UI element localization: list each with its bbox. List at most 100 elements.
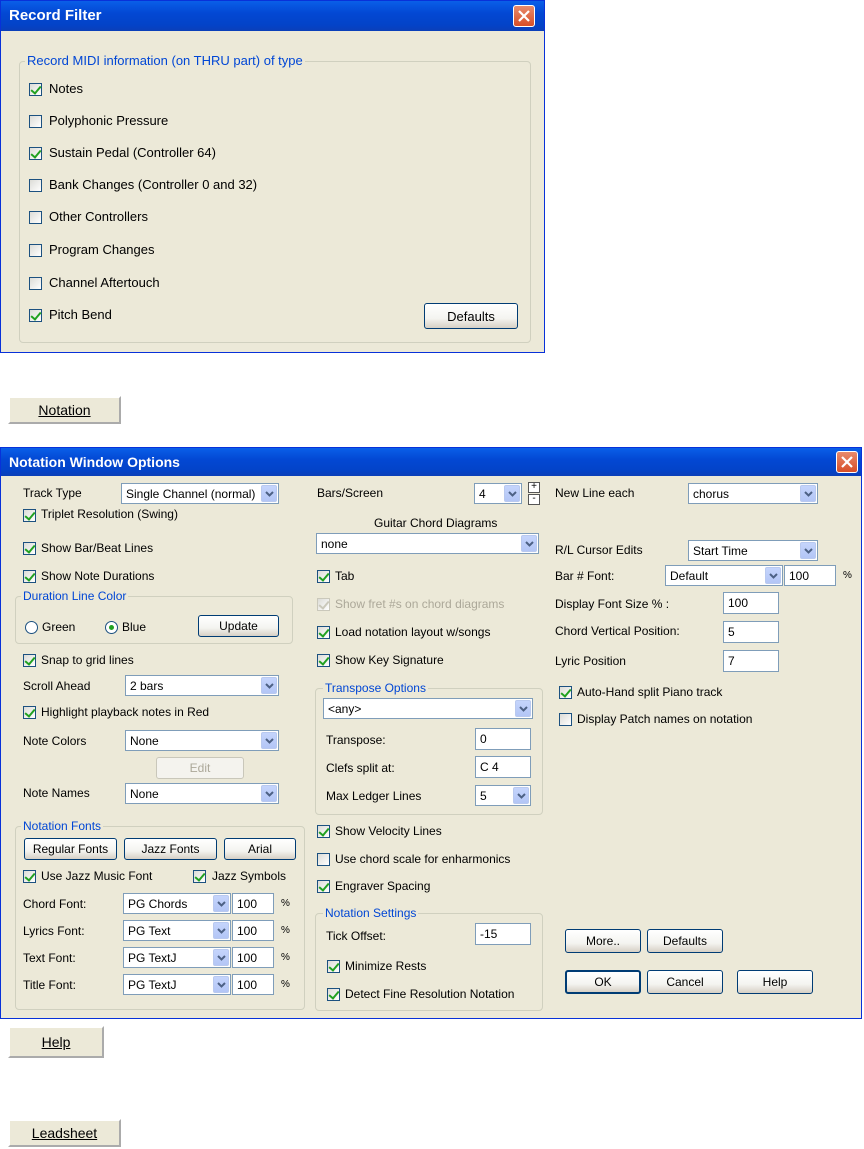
ok-button[interactable]: OK (565, 970, 641, 994)
chevron-down-icon (515, 700, 531, 717)
note-names-select[interactable]: None (125, 783, 279, 804)
show-velocity-lines-checkbox[interactable] (317, 825, 330, 838)
notation-options-titlebar[interactable]: Notation Window Options (1, 448, 861, 476)
record-midi-group-label: Record MIDI information (on THRU part) o… (25, 53, 305, 68)
tab-checkbox[interactable] (317, 570, 330, 583)
jazz-symbols-label: Jazz Symbols (212, 869, 287, 883)
chord-font-size-input[interactable]: 100 (232, 893, 274, 914)
display-font-size-input[interactable]: 100 (723, 592, 779, 614)
update-button[interactable]: Update (198, 615, 279, 637)
note-colors-select[interactable]: None (125, 730, 279, 751)
text-font-select[interactable]: PG TextJ (123, 947, 231, 968)
title-font-size-value: 100 (237, 977, 258, 992)
lyric-position-input[interactable]: 7 (723, 650, 779, 672)
bar-font-size-input[interactable]: 100 (784, 565, 836, 586)
sustain-pedal-checkbox[interactable] (29, 147, 42, 160)
show-key-signature-checkbox[interactable] (317, 654, 330, 667)
triplet-resolution-label: Triplet Resolution (Swing) (41, 507, 178, 521)
other-controllers-checkbox[interactable] (29, 211, 42, 224)
bars-screen-select[interactable]: 4 (474, 483, 522, 504)
display-font-size-value: 100 (728, 596, 749, 610)
auto-hand-split-checkbox[interactable] (559, 686, 572, 699)
regular-fonts-button[interactable]: Regular Fonts (24, 838, 117, 860)
auto-hand-split-label: Auto-Hand split Piano track (577, 685, 723, 699)
jazz-fonts-button[interactable]: Jazz Fonts (124, 838, 217, 860)
bank-changes-checkbox[interactable] (29, 179, 42, 192)
chord-font-select[interactable]: PG Chords (123, 893, 231, 914)
notation-button[interactable]: Notation (8, 396, 121, 424)
record-filter-defaults-button[interactable]: Defaults (424, 303, 518, 329)
load-notation-layout-checkbox[interactable] (317, 626, 330, 639)
transpose-options-select[interactable]: <any> (323, 698, 533, 719)
blue-radio[interactable] (105, 621, 118, 634)
lyric-position-value: 7 (728, 654, 735, 668)
clefs-split-label: Clefs split at: (326, 761, 395, 775)
polyphonic-pressure-checkbox[interactable] (29, 115, 42, 128)
arial-button[interactable]: Arial (224, 838, 296, 860)
cancel-button[interactable]: Cancel (647, 970, 723, 994)
close-icon[interactable] (836, 451, 858, 473)
scroll-ahead-select[interactable]: 2 bars (125, 675, 279, 696)
new-line-each-value: chorus (693, 486, 730, 501)
display-patch-names-checkbox[interactable] (559, 713, 572, 726)
bar-font-select[interactable]: Default (665, 565, 783, 586)
edit-button[interactable]: Edit (156, 757, 244, 779)
minimize-rests-checkbox[interactable] (327, 960, 340, 973)
bars-decrease-button[interactable]: - (528, 494, 540, 505)
snap-to-grid-checkbox[interactable] (23, 654, 36, 667)
guitar-chord-select[interactable]: none (316, 533, 539, 554)
jazz-symbols-checkbox[interactable] (193, 870, 206, 883)
detect-fine-resolution-checkbox[interactable] (327, 988, 340, 1001)
close-icon[interactable] (513, 5, 535, 27)
green-radio[interactable] (25, 621, 38, 634)
show-note-durations-checkbox[interactable] (23, 570, 36, 583)
channel-aftertouch-label: Channel Aftertouch (49, 275, 160, 290)
lyrics-font-size-value: 100 (237, 923, 258, 938)
chord-vertical-input[interactable]: 5 (723, 621, 779, 643)
new-line-each-select[interactable]: chorus (688, 483, 818, 504)
title-font-size-input[interactable]: 100 (232, 974, 274, 995)
use-jazz-music-font-label: Use Jazz Music Font (41, 869, 153, 883)
text-font-size-input[interactable]: 100 (232, 947, 274, 968)
highlight-playback-checkbox[interactable] (23, 706, 36, 719)
pitch-bend-checkbox[interactable] (29, 309, 42, 322)
show-bar-beat-lines-label: Show Bar/Beat Lines (41, 541, 154, 555)
max-ledger-value: 5 (480, 788, 487, 803)
duration-line-color-label: Duration Line Color (21, 589, 129, 603)
record-filter-titlebar[interactable]: Record Filter (1, 1, 544, 31)
tab-label: Tab (335, 569, 355, 583)
track-type-select[interactable]: Single Channel (normal) (121, 483, 279, 504)
lyrics-font-select[interactable]: PG Text (123, 920, 231, 941)
more-button[interactable]: More.. (565, 929, 641, 953)
program-changes-label: Program Changes (49, 242, 155, 257)
show-bar-beat-lines-checkbox[interactable] (23, 542, 36, 555)
chevron-down-icon (513, 787, 529, 804)
bars-increase-button[interactable]: + (528, 482, 540, 493)
rl-cursor-value: Start Time (693, 543, 748, 558)
show-key-signature-label: Show Key Signature (335, 653, 444, 667)
engraver-spacing-checkbox[interactable] (317, 880, 330, 893)
use-jazz-music-font-checkbox[interactable] (23, 870, 36, 883)
leadsheet-button[interactable]: Leadsheet (8, 1119, 121, 1147)
channel-aftertouch-checkbox[interactable] (29, 277, 42, 290)
program-changes-checkbox[interactable] (29, 244, 42, 257)
tick-offset-input[interactable]: -15 (475, 923, 531, 945)
chevron-down-icon (261, 732, 277, 749)
transpose-input[interactable]: 0 (475, 728, 531, 750)
max-ledger-select[interactable]: 5 (475, 785, 531, 806)
lyrics-font-size-input[interactable]: 100 (232, 920, 274, 941)
rl-cursor-select[interactable]: Start Time (688, 540, 818, 561)
note-colors-value: None (130, 733, 159, 748)
notation-settings-label: Notation Settings (323, 906, 419, 920)
triplet-resolution-checkbox[interactable] (23, 509, 36, 522)
chevron-down-icon (213, 949, 229, 966)
green-label: Green (42, 620, 76, 634)
notation-defaults-button[interactable]: Defaults (647, 929, 723, 953)
title-font-select[interactable]: PG TextJ (123, 974, 231, 995)
help-button[interactable]: Help (8, 1026, 104, 1058)
clefs-split-input[interactable]: C 4 (475, 756, 531, 778)
show-fret-checkbox[interactable] (317, 598, 330, 611)
notation-help-button[interactable]: Help (737, 970, 813, 994)
notes-checkbox[interactable] (29, 83, 42, 96)
use-chord-scale-checkbox[interactable] (317, 853, 330, 866)
